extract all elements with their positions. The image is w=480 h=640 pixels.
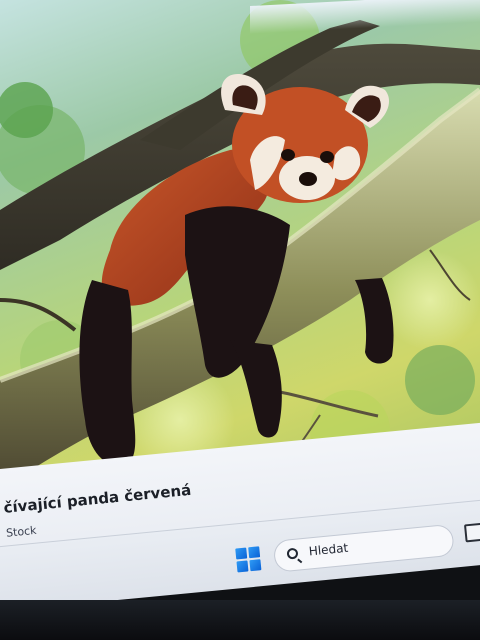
search-icon: [286, 547, 299, 560]
start-pane-icon: [236, 560, 249, 573]
image-title[interactable]: čívající panda červená: [3, 481, 192, 517]
monitor-bezel: [0, 600, 480, 640]
photo-illustration: [0, 0, 480, 490]
start-pane-icon: [248, 546, 261, 559]
start-pane-icon: [249, 559, 262, 572]
tray-app-icon[interactable]: [463, 522, 480, 543]
red-panda-photo[interactable]: [0, 0, 480, 500]
search-placeholder: Hledat: [308, 540, 349, 559]
monitor-screen: čívající panda červená Stock Hledat: [0, 0, 480, 640]
windows-start-icon[interactable]: [235, 546, 262, 573]
image-source[interactable]: Stock: [6, 524, 38, 540]
taskbar-search-input[interactable]: Hledat: [272, 523, 455, 573]
start-pane-icon: [235, 547, 248, 560]
